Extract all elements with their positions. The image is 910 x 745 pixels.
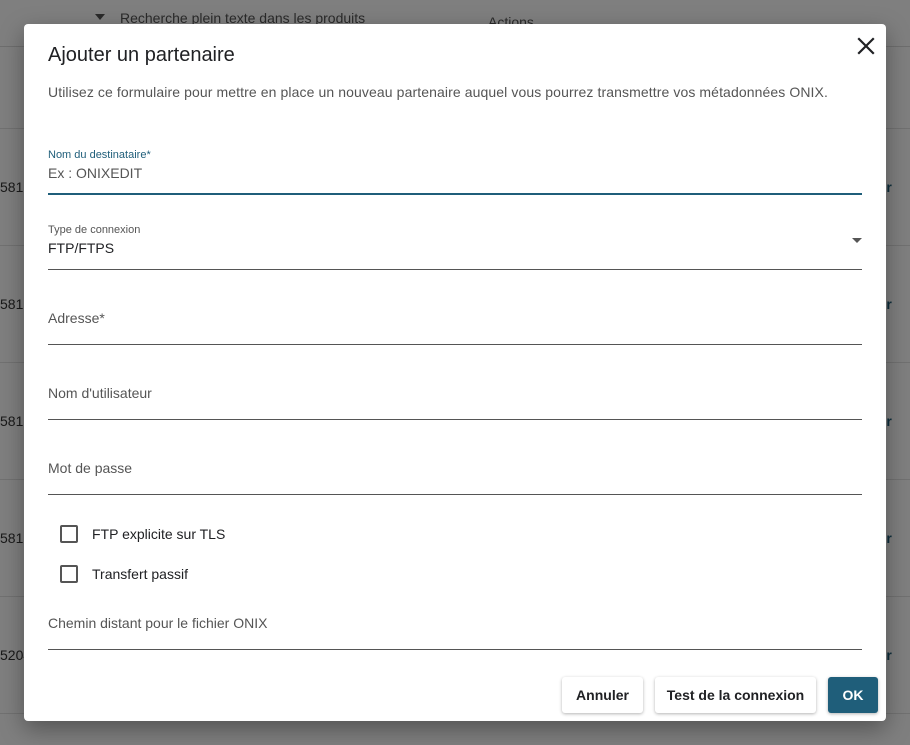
address-field[interactable]: Adresse*	[48, 295, 862, 345]
add-partner-dialog: Ajouter un partenaire Utilisez ce formul…	[24, 24, 886, 721]
field-underline	[48, 649, 862, 650]
connection-type-select[interactable]: Type de connexion FTP/FTPS	[48, 220, 862, 270]
connection-type-label: Type de connexion	[48, 224, 141, 236]
field-underline	[48, 344, 862, 345]
recipient-name-label: Nom du destinataire*	[48, 149, 151, 161]
close-icon	[857, 37, 875, 55]
explicit-tls-checkbox[interactable]	[60, 525, 78, 543]
close-button[interactable]	[854, 34, 878, 58]
dialog-title: Ajouter un partenaire	[48, 44, 235, 66]
chevron-down-icon	[852, 238, 862, 243]
passive-transfer-checkbox[interactable]	[60, 565, 78, 583]
ok-button[interactable]: OK	[828, 677, 878, 713]
password-field[interactable]: Mot de passe	[48, 445, 862, 495]
recipient-name-placeholder: Ex : ONIXEDIT	[48, 165, 143, 181]
cancel-button[interactable]: Annuler	[562, 677, 643, 713]
field-underline	[48, 419, 862, 420]
connection-type-value: FTP/FTPS	[48, 240, 115, 256]
username-field[interactable]: Nom d'utilisateur	[48, 370, 862, 420]
remote-path-field[interactable]: Chemin distant pour le fichier ONIX	[48, 600, 862, 650]
passive-transfer-label[interactable]: Transfert passif	[92, 566, 188, 582]
password-label: Mot de passe	[48, 460, 133, 476]
test-connection-button[interactable]: Test de la connexion	[655, 677, 816, 713]
field-underline	[48, 193, 862, 195]
field-underline	[48, 269, 862, 270]
username-label: Nom d'utilisateur	[48, 385, 152, 401]
dialog-description: Utilisez ce formulaire pour mettre en pl…	[48, 84, 828, 100]
remote-path-label: Chemin distant pour le fichier ONIX	[48, 615, 268, 631]
field-underline	[48, 494, 862, 495]
recipient-name-field[interactable]: Nom du destinataire* Ex : ONIXEDIT	[48, 144, 862, 195]
explicit-tls-label[interactable]: FTP explicite sur TLS	[92, 526, 225, 542]
address-label: Adresse*	[48, 310, 105, 326]
